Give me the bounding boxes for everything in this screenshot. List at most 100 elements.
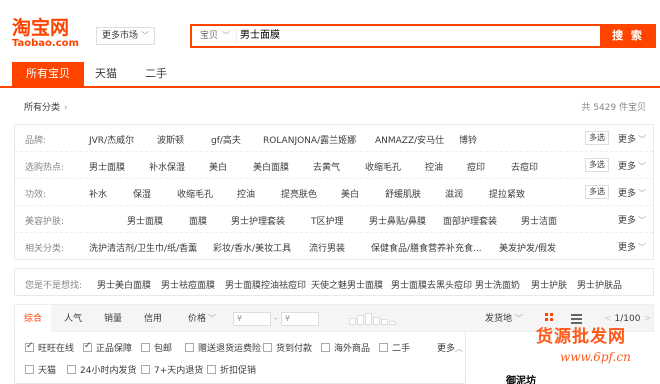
filter-value[interactable]: 男士面膜 [89,160,125,173]
next-page-button[interactable]: > [643,314,651,324]
more-button[interactable]: 更多 ﹀ [618,213,646,226]
filter-value[interactable]: 男士洁面 [521,214,557,227]
sort-popularity[interactable]: 人气 [55,305,91,333]
multi-select-button[interactable]: 多选 [585,131,609,145]
more-label: 更多 [437,344,456,354]
filter-value[interactable]: 控油 [425,160,443,173]
taobao-logo[interactable]: 淘宝网 Taobao.com [12,18,79,50]
filter-value[interactable]: ROLANJONA/露兰姬娜 [263,133,356,146]
more-services-button[interactable]: 更多︿ [437,341,463,354]
checkbox-24h-ship[interactable]: 24小时内发货 [67,363,136,376]
tab-all-items[interactable]: 所有宝贝 [12,62,84,86]
more-button[interactable]: 更多 ﹀ [618,159,646,172]
suggestion-link[interactable]: 男士洗面奶 [475,278,520,291]
multi-select-button[interactable]: 多选 [585,158,609,172]
filter-value[interactable]: gf/高夫 [211,133,241,146]
suggestion-link[interactable]: 男士面膜去黑头痘印 [391,278,472,291]
filter-value[interactable]: 洗护清洁剂/卫生巾/纸/香薰 [89,241,197,254]
search-input[interactable]: 男士面膜 [240,29,280,43]
watermark-title: 货源批发网 [536,327,626,347]
filter-value[interactable]: 波斯顿 [157,133,184,146]
sort-default[interactable]: 综合 [15,305,51,333]
ship-from-dropdown[interactable]: 发货地 ﹀ [485,305,523,333]
filter-value[interactable]: 男士鼻贴/鼻膜 [369,214,426,227]
price-to-input[interactable]: ¥ [281,312,319,326]
filter-value[interactable]: 补水保湿 [149,160,185,173]
logo-chinese: 淘宝网 [12,17,70,39]
filter-value[interactable]: 男士面膜 [127,214,163,227]
checkbox-secondhand[interactable]: 二手 [379,341,410,354]
chevron-down-icon: ﹀ [222,31,231,40]
header: 淘宝网 Taobao.com 更多市场 ﹀ 宝贝 ﹀ 男士面膜 搜 索 [0,0,660,56]
checkbox-label: 24小时内发货 [80,366,137,376]
filter-row-hot: 选购热点: 男士面膜 补水保湿 美白 美白面膜 去黄气 收缩毛孔 控油 痘印 去… [15,152,653,179]
filter-value[interactable]: 控油 [237,187,255,200]
filter-value[interactable]: 面膜 [189,214,207,227]
filter-value[interactable]: 面部护理套装 [443,214,497,227]
sort-sales[interactable]: 销量 [95,305,131,333]
more-label: 更多 [618,189,637,199]
filter-value[interactable]: 去黄气 [313,160,340,173]
checkbox-return-insurance[interactable]: 赠送退货运费险 [185,341,261,354]
checkbox-discount[interactable]: 折扣促销 [207,363,256,376]
filter-value[interactable]: ANMAZZ/安马仕 [375,133,444,146]
checkbox-7day-return[interactable]: 7+天内退货 [141,363,203,376]
checkbox-free-shipping[interactable]: 包邮 [141,341,172,354]
price-bar [365,313,372,325]
filter-value[interactable]: 男士护理套装 [231,214,285,227]
filter-value[interactable]: 美白面膜 [253,160,289,173]
price-bar [357,315,364,325]
more-label: 更多 [618,162,637,172]
filter-value[interactable]: 美白 [341,187,359,200]
sort-price[interactable]: 价格 ﹀ [179,305,225,333]
suggestion-link[interactable]: 男士美白面膜 [97,278,151,291]
suggestion-link[interactable]: 天使之魅男士面膜 [311,278,383,291]
sort-credit[interactable]: 信用 [135,305,171,333]
suggestion-link[interactable]: 男士面膜控油祛痘印 [225,278,306,291]
filter-value[interactable]: 美发护发/假发 [499,241,556,254]
checkbox-wangwang[interactable]: 旺旺在线 [25,341,74,354]
filter-value[interactable]: 舒缓肌肤 [385,187,421,200]
multi-select-button[interactable]: 多选 [585,185,609,199]
suggestion-link[interactable]: 男士祛痘面膜 [161,278,215,291]
chevron-down-icon: ﹀ [208,314,216,323]
more-button[interactable]: 更多 ﹀ [618,186,646,199]
more-button[interactable]: 更多 ﹀ [618,132,646,145]
price-from-input[interactable]: ¥ [233,312,271,326]
price-bar [349,318,356,325]
filter-value[interactable]: JVR/杰威尔 [89,133,134,146]
search-button[interactable]: 搜 索 [600,24,656,48]
breadcrumb[interactable]: 所有分类 › [24,100,68,113]
more-button[interactable]: 更多 ﹀ [618,240,646,253]
tab-secondhand[interactable]: 二手 [134,62,178,86]
search-type-dropdown[interactable]: 宝贝 ﹀ [194,28,238,44]
tab-tmall[interactable]: 天猫 [86,62,126,86]
filter-value[interactable]: 补水 [89,187,107,200]
filter-value[interactable]: 博铃 [459,133,477,146]
filter-value[interactable]: 收缩毛孔 [177,187,213,200]
filter-value[interactable]: 收缩毛孔 [365,160,401,173]
checkbox-overseas[interactable]: 海外商品 [321,341,370,354]
more-markets-dropdown[interactable]: 更多市场 ﹀ [96,27,156,45]
filter-value[interactable]: 提拉紧致 [489,187,525,200]
filter-value[interactable]: T区护理 [311,214,344,227]
suggestion-link[interactable]: 男士护肤品 [577,278,622,291]
filter-value[interactable]: 保湿 [133,187,151,200]
filter-value[interactable]: 痘印 [467,160,485,173]
filter-value[interactable]: 彩妆/香水/美妆工具 [213,241,291,254]
filter-value[interactable]: 美白 [209,160,227,173]
filter-value[interactable]: 保健食品/膳食营养补充食... [371,241,482,254]
checkbox-tmall[interactable]: 天猫 [25,363,56,376]
chevron-down-icon: ﹀ [638,243,647,252]
filter-value[interactable]: 流行男装 [309,241,345,254]
checkbox-genuine[interactable]: 正品保障 [83,341,132,354]
filter-value[interactable]: 滋润 [445,187,463,200]
suggestion-link[interactable]: 男士护肤 [531,278,567,291]
filter-value[interactable]: 去痘印 [511,160,538,173]
suggestion-row: 您是不是想找: 男士美白面膜 男士祛痘面膜 男士面膜控油祛痘印 天使之魅男士面膜… [14,268,654,296]
checkbox-icon [83,341,92,352]
filter-value[interactable]: 提亮肤色 [281,187,317,200]
checkbox-icon [185,343,194,352]
checkbox-cod[interactable]: 货到付款 [263,341,312,354]
checkbox-icon [379,343,388,352]
